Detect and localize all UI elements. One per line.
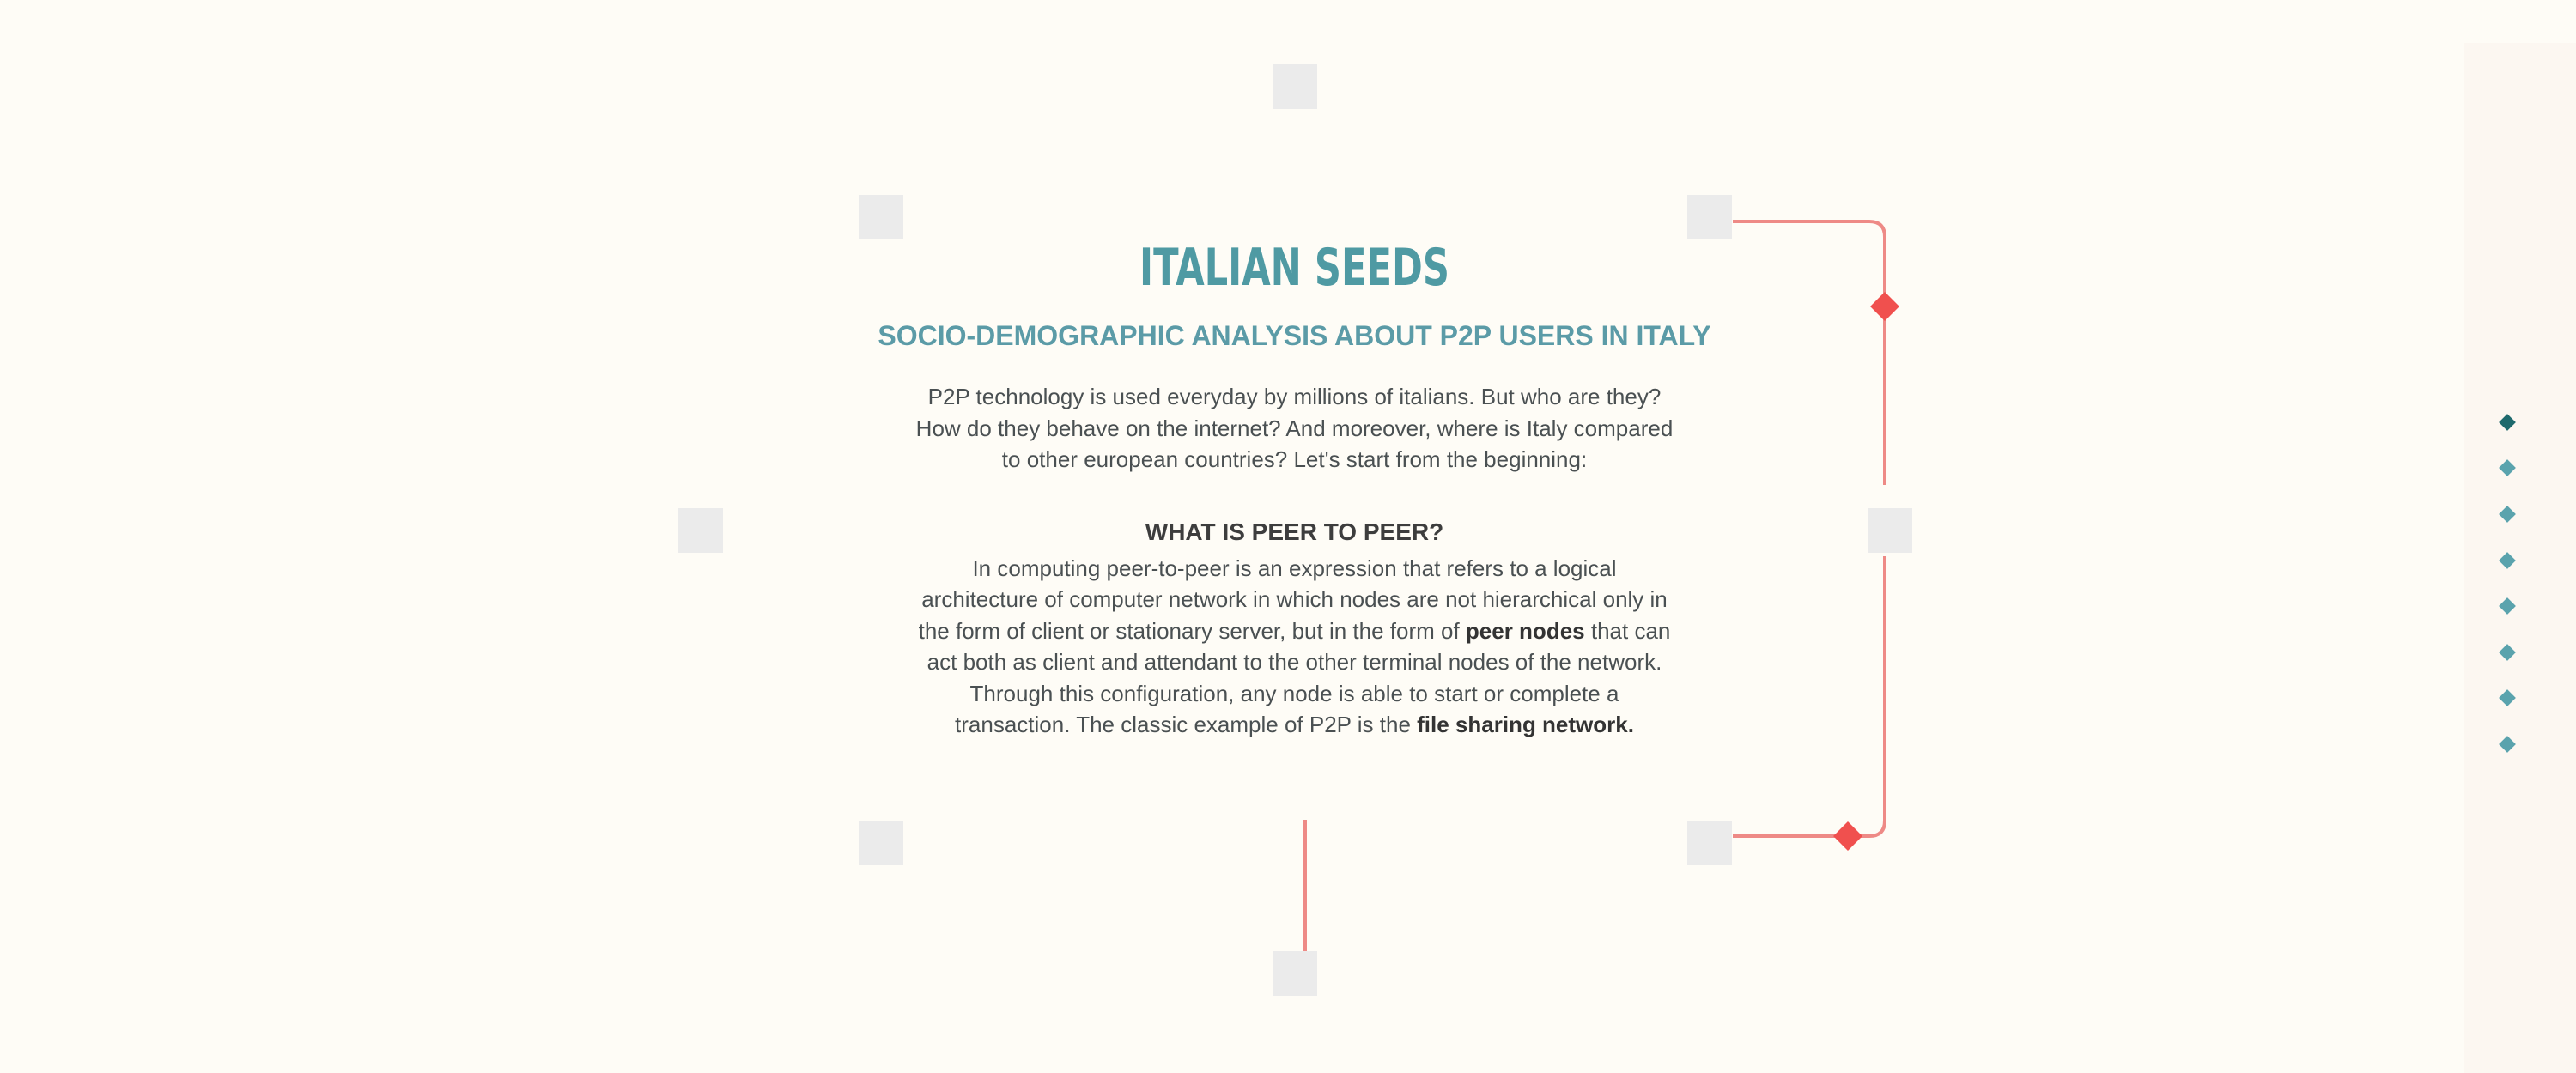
section-nav-item[interactable]: [2490, 676, 2524, 722]
section-nav-item[interactable]: [2490, 537, 2524, 584]
diamond-icon: [2499, 459, 2516, 477]
network-link-top-right: [1733, 220, 1886, 485]
section-nav-item[interactable]: [2490, 399, 2524, 446]
intro-paragraph: P2P technology is used everyday by milli…: [915, 384, 1674, 472]
network-link-bottom-right: [1733, 556, 1886, 838]
network-node-bottom-left: [859, 821, 903, 865]
page-subtitle: SOCIO-DEMOGRAPHIC ANALYSIS ABOUT P2P USE…: [878, 320, 1711, 351]
network-node-left: [678, 508, 723, 553]
diamond-icon: [2499, 643, 2516, 661]
section-paragraph: In computing peer-to-peer is an expressi…: [917, 553, 1673, 741]
diamond-icon: [2499, 736, 2516, 753]
intro-content: ITALIAN SEEDS SOCIO-DEMOGRAPHIC ANALYSIS…: [859, 232, 1730, 741]
network-node-bottom-right: [1687, 821, 1732, 865]
section-nav-item[interactable]: [2490, 583, 2524, 629]
section-nav-item[interactable]: [2490, 491, 2524, 537]
diamond-icon: [2499, 689, 2516, 707]
peer-nodes-emphasis: peer nodes: [1465, 617, 1585, 644]
diamond-icon: [2499, 597, 2516, 615]
section-nav-item[interactable]: [2490, 446, 2524, 492]
network-node-right: [1868, 508, 1912, 553]
network-node-top: [1273, 64, 1317, 109]
page-title: ITALIAN SEEDS: [1139, 238, 1449, 298]
diamond-icon: [2499, 506, 2516, 523]
packet-diamond-icon: [1833, 821, 1862, 851]
section-heading: WHAT IS PEER TO PEER?: [1145, 518, 1444, 545]
diamond-icon: [2499, 413, 2516, 431]
file-sharing-emphasis: file sharing network.: [1417, 712, 1634, 737]
section-nav-item[interactable]: [2490, 721, 2524, 767]
diamond-icon: [2499, 551, 2516, 569]
section-nav-item[interactable]: [2490, 629, 2524, 676]
packet-diamond-icon: [1870, 292, 1899, 321]
network-node-bottom: [1273, 951, 1317, 996]
section-nav: [2490, 399, 2524, 767]
